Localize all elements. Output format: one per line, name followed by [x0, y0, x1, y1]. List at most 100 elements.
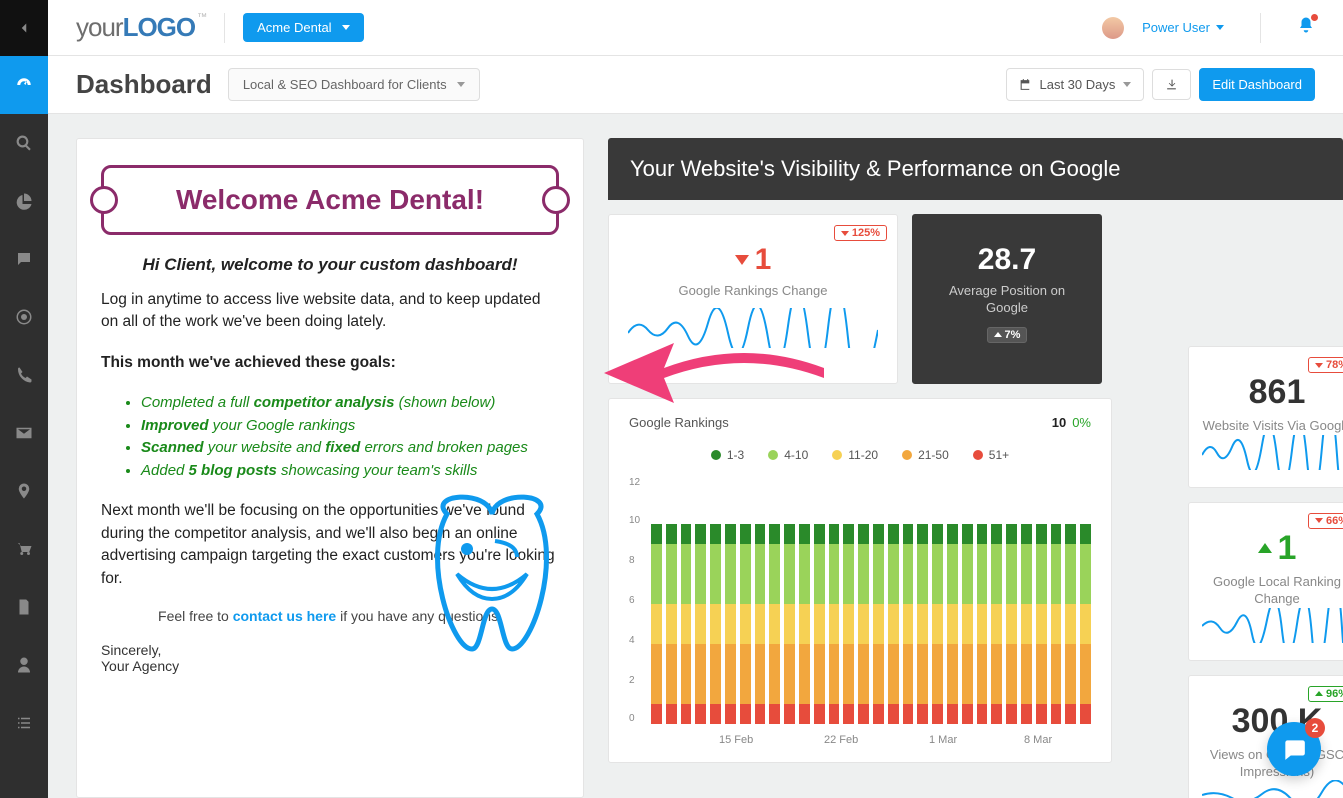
chat-widget-button[interactable]: 2 — [1267, 722, 1321, 776]
sidebar — [0, 0, 48, 798]
sidebar-reports[interactable] — [0, 578, 48, 636]
sidebar-users[interactable] — [0, 636, 48, 694]
chat-icon — [1281, 736, 1307, 762]
goals-list: Completed a full competitor analysis (sh… — [141, 392, 559, 482]
tooth-icon — [417, 489, 567, 659]
bell-icon — [1297, 16, 1315, 34]
list-item: Scanned your website and fixed errors an… — [141, 437, 559, 460]
bar — [710, 524, 721, 724]
sidebar-tasks[interactable] — [0, 694, 48, 752]
bar — [829, 524, 840, 724]
sidebar-analytics[interactable] — [0, 172, 48, 230]
cart-icon — [15, 540, 33, 558]
sidebar-chat[interactable] — [0, 230, 48, 288]
divider — [224, 13, 225, 43]
phone-icon — [15, 366, 33, 384]
bar — [695, 524, 706, 724]
welcome-banner: Welcome Acme Dental! — [101, 165, 559, 235]
bar — [1021, 524, 1032, 724]
bar — [755, 524, 766, 724]
bar — [1051, 524, 1062, 724]
bar — [1036, 524, 1047, 724]
welcome-p1: Log in anytime to access live website da… — [101, 289, 559, 334]
caret-down-icon — [1216, 25, 1224, 30]
sidebar-mail[interactable] — [0, 404, 48, 462]
sparkline — [1202, 435, 1343, 470]
bar — [873, 524, 884, 724]
bar — [858, 524, 869, 724]
trend-badge: 78% — [1308, 357, 1343, 373]
bar — [962, 524, 973, 724]
notifications-button[interactable] — [1297, 16, 1315, 39]
dashboard-selector[interactable]: Local & SEO Dashboard for Clients — [228, 68, 480, 101]
user-icon — [15, 656, 33, 674]
bar — [843, 524, 854, 724]
list-icon — [15, 714, 33, 732]
chat-count-badge: 2 — [1305, 718, 1325, 738]
metric-label: Google Rankings Change — [627, 283, 879, 300]
bar — [651, 524, 662, 724]
metric-value: 1 — [627, 243, 879, 277]
sidebar-commerce[interactable] — [0, 520, 48, 578]
bar — [769, 524, 780, 724]
brand-logo: yourLOGO™ — [76, 12, 206, 43]
sidebar-calls[interactable] — [0, 346, 48, 404]
page-toolbar: Dashboard Local & SEO Dashboard for Clie… — [48, 56, 1343, 114]
metric-value: 861 — [1201, 373, 1343, 412]
bar — [903, 524, 914, 724]
chevron-left-icon — [15, 19, 33, 37]
sparkline — [1202, 780, 1343, 798]
user-avatar[interactable] — [1102, 17, 1124, 39]
client-selector[interactable]: Acme Dental — [243, 13, 363, 42]
pointer-arrow-icon — [604, 328, 824, 418]
date-range-selector[interactable]: Last 30 Days — [1006, 68, 1145, 101]
bar — [666, 524, 677, 724]
content: Welcome Acme Dental! Hi Client, welcome … — [48, 114, 1343, 798]
bar — [1080, 524, 1091, 724]
list-item: Added 5 blog posts showcasing your team'… — [141, 460, 559, 483]
bar — [1006, 524, 1017, 724]
trend-badge: 96% — [1308, 686, 1343, 702]
document-icon — [15, 598, 33, 616]
download-button[interactable] — [1152, 69, 1191, 100]
edit-dashboard-button[interactable]: Edit Dashboard — [1199, 68, 1315, 101]
list-item: Completed a full competitor analysis (sh… — [141, 392, 559, 415]
gauge-icon — [15, 76, 33, 94]
metric-visits: 78% 861 Website Visits Via Google — [1188, 346, 1343, 488]
bar — [725, 524, 736, 724]
goals-heading: This month we've achieved these goals: — [101, 352, 559, 374]
caret-down-icon — [1123, 82, 1131, 87]
user-menu[interactable]: Power User — [1142, 20, 1224, 35]
welcome-card: Welcome Acme Dental! Hi Client, welcome … — [76, 138, 584, 798]
bar — [991, 524, 1002, 724]
bar — [1065, 524, 1076, 724]
top-nav: yourLOGO™ Acme Dental Power User — [48, 0, 1343, 56]
welcome-greeting: Hi Client, welcome to your custom dashbo… — [101, 255, 559, 275]
list-item: Improved your Google rankings — [141, 415, 559, 438]
sidebar-search[interactable] — [0, 114, 48, 172]
bar — [740, 524, 751, 724]
contact-link[interactable]: contact us here — [233, 608, 336, 624]
caret-down-icon — [342, 25, 350, 30]
chart-legend: 1-3 4-10 11-20 21-50 51+ — [629, 448, 1091, 462]
divider — [1260, 13, 1261, 43]
metric-local-ranking: 66% 1 Google Local Ranking Change — [1188, 502, 1343, 661]
metric-label: Average Position on Google — [931, 283, 1083, 317]
metric-avg-position: 28.7 Average Position on Google 7% — [912, 214, 1102, 384]
bar — [917, 524, 928, 724]
trend-badge: 125% — [834, 225, 887, 241]
bar — [681, 524, 692, 724]
metric-value: 1 — [1201, 529, 1343, 568]
metric-label: Website Visits Via Google — [1201, 418, 1343, 435]
sidebar-dashboard[interactable] — [0, 56, 48, 114]
bar — [799, 524, 810, 724]
page-title: Dashboard — [76, 69, 212, 100]
sidebar-location[interactable] — [0, 462, 48, 520]
bar — [814, 524, 825, 724]
sidebar-collapse[interactable] — [0, 0, 48, 56]
rankings-chart-card: Google Rankings 100% 1-3 4-10 11-20 21-5… — [608, 398, 1112, 763]
bar — [888, 524, 899, 724]
download-icon — [1165, 78, 1178, 91]
sidebar-target[interactable] — [0, 288, 48, 346]
bar — [784, 524, 795, 724]
